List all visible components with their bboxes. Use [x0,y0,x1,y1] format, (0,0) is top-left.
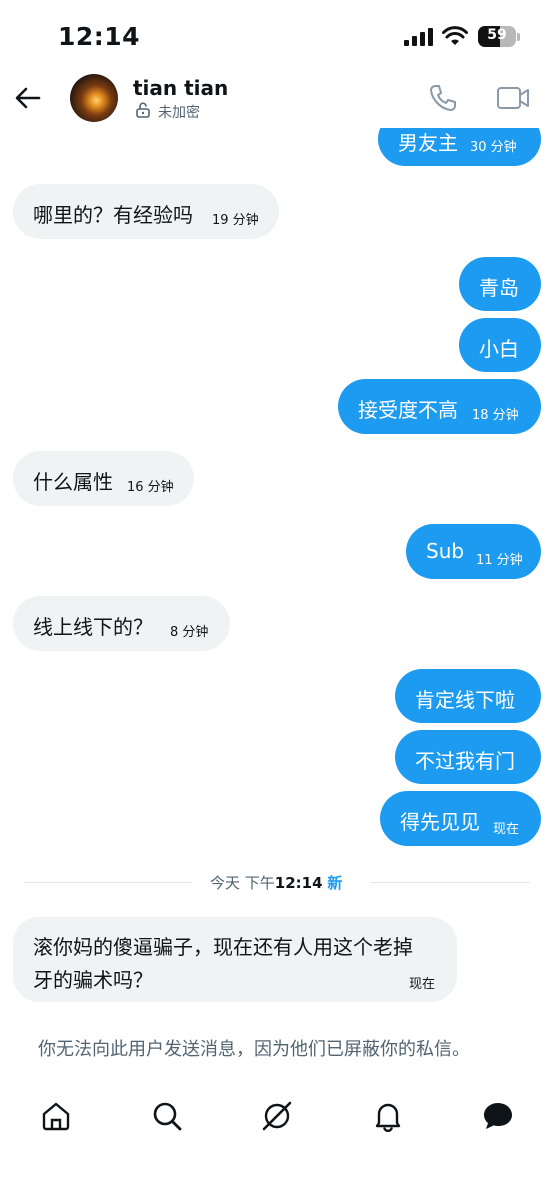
bottom-navigation [0,1082,554,1152]
phone-icon[interactable] [428,83,458,113]
search-icon[interactable] [151,1100,183,1132]
message-bubble[interactable]: 得先见见 现在 [380,791,541,846]
divider-line-right [370,882,530,883]
message-time: 18 分钟 [472,408,519,423]
message-text: 什么属性 [33,470,113,494]
message-bubble[interactable]: 肯定线下啦 [395,669,541,723]
message-text: 得先见见 [400,810,480,834]
divider-date: 今天 下午 [210,874,275,892]
battery-cap [517,33,520,41]
message-text: 哪里的？有经验吗 [33,203,193,227]
message-text-line1: 滚你妈的傻逼骗子，现在还有人用这个老掉 [33,935,413,959]
message-text: 接受度不高 [358,398,458,422]
message-time: 19 分钟 [212,213,259,228]
message-bubble[interactable]: 小白 [459,318,541,372]
date-divider: 今天 下午12:14 新 [24,872,530,892]
avatar[interactable] [70,74,118,122]
status-bar: 12:14 59 [0,0,554,72]
unlocked-icon [136,102,150,118]
message-text: 线上线下的？ [33,615,153,639]
message-bubble[interactable]: 哪里的？有经验吗 19 分钟 [13,184,279,239]
message-time: 现在 [493,822,520,837]
message-bubble[interactable]: 青岛 [459,257,541,311]
message-time: 11 分钟 [476,553,523,568]
video-call-icon[interactable] [496,85,530,111]
message-time: 30 分钟 [470,140,517,155]
message-time: 8 分钟 [170,625,209,640]
message-time: 现在 [409,977,436,992]
message-bubble[interactable]: 接受度不高 18 分钟 [338,379,541,434]
battery-percent: 59 [487,27,507,43]
message-bubble[interactable]: 不过我有门 [395,730,541,784]
message-text: 不过我有门 [415,749,515,773]
divider-time: 12:14 [274,874,323,892]
home-icon[interactable] [40,1100,72,1132]
message-bubble[interactable]: Sub 11 分钟 [406,524,541,579]
message-time: 16 分钟 [127,480,174,495]
divider-label: 今天 下午12:14 新 [210,872,342,893]
divider-line-left [24,882,192,883]
cellular-signal-icon [404,28,433,46]
messages-icon[interactable] [482,1100,514,1132]
message-text: 男友主 [398,131,458,155]
message-text: 肯定线下啦 [415,688,515,712]
message-bubble[interactable]: 滚你妈的傻逼骗子，现在还有人用这个老掉 牙的骗术吗？ 现在 [13,917,457,1002]
battery-icon: 59 [478,26,516,47]
new-badge: 新 [327,874,343,892]
conversation-header: tian tian 未加密 [0,72,554,128]
message-list[interactable]: 男友主 30 分钟 哪里的？有经验吗 19 分钟 青岛 小白 接受度不高 18 … [0,128,554,1068]
message-bubble[interactable]: 线上线下的？ 8 分钟 [13,596,230,651]
message-bubble[interactable]: 男友主 30 分钟 [378,128,541,166]
blocked-notice: 你无法向此用户发送消息，因为他们已屏蔽你的私信。 [38,1039,470,1060]
home-indicator [205,1184,349,1189]
contact-name[interactable]: tian tian [133,76,228,100]
back-arrow-icon[interactable] [14,84,42,112]
message-bubble[interactable]: 什么属性 16 分钟 [13,451,194,506]
message-text-line2: 牙的骗术吗？ [33,968,153,992]
status-time: 12:14 [58,22,141,51]
message-text: Sub [426,539,465,563]
message-text: 青岛 [479,276,519,300]
message-text: 小白 [479,337,519,361]
notifications-icon[interactable] [372,1100,404,1132]
wifi-icon [442,26,468,45]
encryption-status: 未加密 [158,105,200,121]
grok-icon[interactable] [261,1100,293,1132]
